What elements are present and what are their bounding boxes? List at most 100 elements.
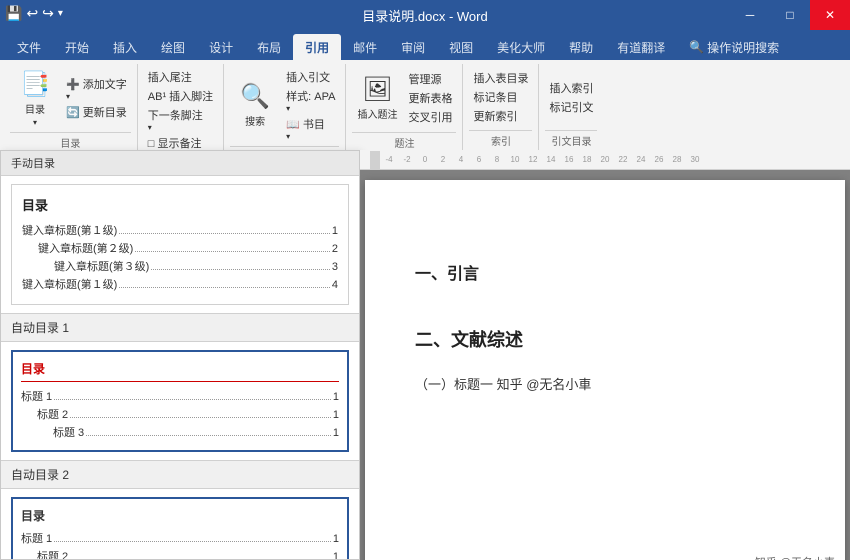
tab-view[interactable]: 视图 [437,34,485,60]
title-bar: 💾 ↩ ↪ ▾ 目录说明.docx - Word ─ □ ✕ [0,0,850,30]
doc-heading2: 二、文献综述 [415,326,795,352]
caption-label: 插入题注 [357,106,397,121]
insert-table-of-figures-button[interactable]: 插入表目录 [469,69,532,87]
insert-citation-button[interactable]: 插入引文 [282,68,339,86]
auto-toc1-section-label: 自动目录 1 [1,313,359,342]
auto-toc2-dots-2 [70,549,331,560]
auto-toc1-line-3: 标题 3 1 [21,424,339,440]
quick-access-toolbar[interactable]: 💾 ↩ ↪ ▾ [5,5,63,22]
maximize-button[interactable]: □ [770,0,810,30]
index-col: 插入表目录 标记条目 更新索引 [469,69,532,125]
caption-group-label: 题注 [352,132,456,152]
caption-col: 管理源 更新表格 交叉引用 [404,70,456,126]
caption-icon: 🖼 [362,75,392,104]
insert-footnote-button[interactable]: AB¹ 插入脚注 [144,87,217,105]
manual-toc-line-3: 键入章标题(第３级) 3 [22,258,338,274]
auto-toc2-dots-1 [54,531,331,542]
toc-label: 目录 [25,101,45,116]
auto-toc1-num-1: 1 [333,391,339,403]
cross-reference-button[interactable]: 交叉引用 [404,108,456,126]
save-button[interactable]: 💾 [5,5,22,22]
ribbon-group-caption: 🖼 插入题注 管理源 更新表格 交叉引用 题注 [346,64,463,150]
manual-toc-line-1: 键入章标题(第１级) 1 [22,222,338,238]
search-button[interactable]: 🔍 搜索 [230,75,280,135]
auto-toc2-line-2: 标题 2 1 [21,548,339,560]
manual-toc-num-3: 3 [332,261,338,273]
mark-entry-button[interactable]: 标记条目 [469,88,532,106]
auto-toc2-text-1: 标题 1 [21,530,52,546]
citation-index-tools: 插入索引 标记引文 [545,64,597,130]
auto-toc1-preview[interactable]: 目录 标题 1 1 标题 2 1 标题 3 1 [11,350,349,452]
tab-beautify[interactable]: 美化大师 [485,34,557,60]
search-label: 搜索 [245,113,265,128]
more-qat[interactable]: ▾ [58,8,63,19]
insert-index-button[interactable]: 插入索引 [545,79,597,97]
close-button[interactable]: ✕ [810,0,850,30]
manual-toc-num-1: 1 [332,225,338,237]
next-footnote-button[interactable]: 下一条脚注 ▾ [144,106,217,133]
tab-file[interactable]: 文件 [5,34,53,60]
auto-toc2-preview[interactable]: 目录 标题 1 1 标题 2 1 标题 3 1 [11,497,349,560]
index-tools: 插入表目录 标记条目 更新索引 [469,64,532,130]
document-area: -4 -2 0 2 4 6 8 10 12 14 16 18 20 22 24 … [360,150,850,560]
toc-tools: 📑 目录 ▾ ➕ 添加文字 ▾ 🔄 更新目录 [10,64,131,132]
auto-toc1-line-1: 标题 1 1 [21,388,339,404]
doc-text: （一）标题一 知乎 @无名小車 [415,374,795,393]
auto-toc2-num-2: 1 [333,551,339,560]
manual-toc-dots-2 [135,241,330,252]
tab-help[interactable]: 帮助 [557,34,605,60]
update-table-button[interactable]: 更新表格 [404,89,456,107]
mark-citation-button[interactable]: 标记引文 [545,98,597,116]
tab-layout[interactable]: 布局 [245,34,293,60]
auto-toc2-title: 目录 [21,507,339,524]
update-toc-button[interactable]: 🔄 更新目录 [62,103,131,121]
tab-draw[interactable]: 绘图 [149,34,197,60]
auto-toc1-line-2: 标题 2 1 [21,406,339,422]
tab-review[interactable]: 审阅 [389,34,437,60]
tab-home[interactable]: 开始 [53,34,101,60]
search-icon: 🔍 [689,40,704,54]
update-index-button[interactable]: 更新索引 [469,107,532,125]
search-big-icon: 🔍 [240,82,270,111]
style-dropdown[interactable]: 样式: APA ▾ [282,87,339,114]
undo-button[interactable]: ↩ [26,5,38,22]
auto-toc1-dots-2 [70,407,331,418]
window-controls[interactable]: ─ □ ✕ [730,0,850,30]
auto-toc2-line-1: 标题 1 1 [21,530,339,546]
toc-button[interactable]: 📑 目录 ▾ [10,68,60,128]
citations-tools: 🔍 搜索 插入引文 样式: APA ▾ 📖 书目 ▾ [230,64,339,146]
document-scroll[interactable]: 一、引言 二、文献综述 （一）标题一 知乎 @无名小車 知乎 @无名小車 [360,170,850,560]
citation-index-group-label: 引文目录 [545,130,597,150]
auto-toc1-text-3: 标题 3 [53,424,84,440]
insert-endnote-button[interactable]: 插入尾注 [144,68,217,86]
bibliography-button[interactable]: 📖 书目 ▾ [282,115,339,142]
tab-design[interactable]: 设计 [197,34,245,60]
add-text-button[interactable]: ➕ 添加文字 ▾ [62,75,131,102]
redo-button[interactable]: ↪ [42,5,54,22]
manual-toc-dots-4 [119,277,330,288]
manual-toc-num-2: 2 [332,243,338,255]
insert-caption-button[interactable]: 🖼 插入题注 [352,68,402,128]
ribbon-group-citations: 🔍 搜索 插入引文 样式: APA ▾ 📖 书目 ▾ 引文与书目 [224,64,346,150]
window-title: 目录说明.docx - Word [362,6,487,25]
manual-toc-line-2: 键入章标题(第２级) 2 [22,240,338,256]
ribbon-tab-bar: 文件 开始 插入 绘图 设计 布局 引用 邮件 审阅 视图 美化大师 帮助 有道… [0,30,850,60]
tab-references[interactable]: 引用 [293,34,341,60]
document-page: 一、引言 二、文献综述 （一）标题一 知乎 @无名小車 知乎 @无名小車 [365,180,845,560]
ribbon-group-toc: 📑 目录 ▾ ➕ 添加文字 ▾ 🔄 更新目录 目录 [4,64,138,150]
toc-group-label: 目录 [10,132,131,152]
toc-dropdown-panel: 手动目录 目录 键入章标题(第１级) 1 键入章标题(第２级) 2 键入章标题(… [0,150,360,560]
auto-toc1-dots-1 [54,389,331,400]
tab-mailings[interactable]: 邮件 [341,34,389,60]
minimize-button[interactable]: ─ [730,0,770,30]
tab-insert[interactable]: 插入 [101,34,149,60]
auto-toc1-title: 目录 [21,360,339,382]
ribbon-group-footnote: 插入尾注 AB¹ 插入脚注 下一条脚注 ▾ □ 显示备注 脚注 [138,64,224,150]
manual-toc-section-label: 手动目录 [1,151,359,176]
ribbon-panel: 📑 目录 ▾ ➕ 添加文字 ▾ 🔄 更新目录 目录 插入尾注 AB¹ 插入脚注 … [0,60,850,150]
tab-youdao[interactable]: 有道翻译 [605,34,677,60]
manage-sources-button[interactable]: 管理源 [404,70,456,88]
toc-dropdown-arrow: ▾ [33,118,37,127]
manual-toc-preview[interactable]: 目录 键入章标题(第１级) 1 键入章标题(第２级) 2 键入章标题(第３级) … [11,184,349,305]
tab-search[interactable]: 🔍 操作说明搜索 [677,34,791,60]
